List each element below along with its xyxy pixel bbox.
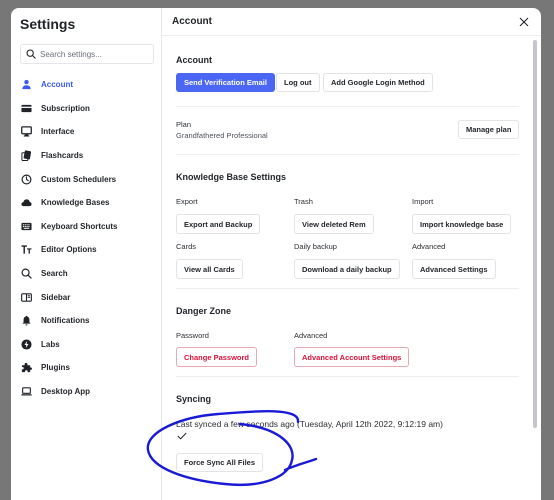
advanced-label: Advanced	[412, 242, 446, 251]
sidebar-item-notifications[interactable]: Notifications	[11, 309, 161, 333]
sidebar-item-keyboard-shortcuts[interactable]: Keyboard Shortcuts	[11, 215, 161, 239]
check-icon	[177, 432, 187, 440]
scrollbar[interactable]	[533, 40, 537, 428]
keyboard-icon	[20, 220, 32, 232]
close-icon[interactable]	[518, 16, 530, 28]
flashcards-icon	[20, 150, 32, 162]
sidebar-item-label: Knowledge Bases	[41, 198, 110, 208]
daily-backup-label: Daily backup	[294, 242, 337, 251]
download-daily-backup-button[interactable]: Download a daily backup	[294, 259, 400, 279]
view-deleted-rem-button[interactable]: View deleted Rem	[294, 214, 374, 234]
change-password-button[interactable]: Change Password	[176, 347, 258, 367]
sidebar-item-label: Interface	[41, 127, 75, 137]
sidebar-item-flashcards[interactable]: Flashcards	[11, 144, 161, 168]
sidebar-title: Settings	[20, 16, 76, 32]
main-header: Account	[162, 8, 541, 36]
advanced-settings-button[interactable]: Advanced Settings	[412, 259, 496, 279]
search-icon	[26, 49, 36, 59]
sidebar-item-editor-options[interactable]: Editor Options	[11, 238, 161, 262]
syncing-title: Syncing	[176, 394, 212, 404]
sidebar-icon	[20, 291, 32, 303]
sidebar-item-label: Plugins	[41, 363, 70, 373]
sidebar-item-label: Custom Schedulers	[41, 174, 117, 184]
trash-label: Trash	[294, 197, 313, 206]
page-title: Account	[172, 16, 212, 27]
sidebar-item-sidebar[interactable]: Sidebar	[11, 285, 161, 309]
log-out-button[interactable]: Log out	[276, 73, 320, 92]
sidebar-item-label: Keyboard Shortcuts	[41, 221, 118, 231]
search-settings-input[interactable]	[40, 49, 150, 59]
sidebar-item-interface[interactable]: Interface	[11, 120, 161, 144]
advanced-account-settings-button[interactable]: Advanced Account Settings	[294, 347, 410, 367]
danger-advanced-label: Advanced	[294, 331, 328, 340]
divider	[176, 376, 519, 377]
settings-main-panel: Account Account Send Verification Email …	[162, 8, 541, 500]
sidebar-item-label: Search	[41, 269, 68, 279]
sidebar-item-search[interactable]: Search	[11, 262, 161, 286]
divider	[176, 106, 519, 107]
sidebar-item-label: Account	[41, 80, 73, 90]
export-label: Export	[176, 197, 198, 206]
account-section-title: Account	[176, 55, 212, 65]
send-verification-email-button[interactable]: Send Verification Email	[176, 73, 275, 92]
credit-card-icon	[20, 102, 32, 114]
search-settings-box[interactable]	[20, 44, 154, 64]
sidebar-item-label: Sidebar	[41, 292, 71, 302]
import-label: Import	[412, 197, 434, 206]
sidebar-item-desktop-app[interactable]: Desktop App	[11, 380, 161, 404]
sidebar-item-subscription[interactable]: Subscription	[11, 97, 161, 121]
sidebar-item-custom-schedulers[interactable]: Custom Schedulers	[11, 167, 161, 191]
puzzle-icon	[20, 362, 32, 374]
sidebar-item-label: Desktop App	[41, 387, 91, 397]
plan-label: Plan	[176, 120, 192, 129]
lightning-icon	[20, 338, 32, 350]
last-synced-status: Last synced a few seconds ago (Tuesday, …	[176, 419, 443, 429]
view-all-cards-button[interactable]: View all Cards	[176, 259, 243, 279]
settings-nav: Account Subscription Interface Flashcard…	[11, 73, 161, 403]
clock-icon	[20, 173, 32, 185]
plan-value: Grandfathered Professional	[176, 131, 268, 140]
sidebar-item-account[interactable]: Account	[11, 73, 161, 97]
cards-label: Cards	[176, 242, 197, 251]
sidebar-item-label: Labs	[41, 339, 60, 349]
divider	[176, 154, 519, 155]
cloud-icon	[20, 197, 32, 209]
bell-icon	[20, 315, 32, 327]
sidebar-item-label: Notifications	[41, 316, 90, 326]
kb-settings-title: Knowledge Base Settings	[176, 172, 287, 182]
import-knowledge-base-button[interactable]: Import knowledge base	[412, 214, 512, 234]
add-google-login-button[interactable]: Add Google Login Method	[323, 73, 433, 92]
laptop-icon	[20, 386, 32, 398]
export-backup-button[interactable]: Export and Backup	[176, 214, 261, 234]
password-label: Password	[176, 331, 209, 340]
search-icon	[20, 268, 32, 280]
sidebar-item-label: Subscription	[41, 103, 90, 113]
text-size-icon	[20, 244, 32, 256]
settings-sidebar: Settings Account Subscription Interface …	[11, 8, 162, 500]
sidebar-item-label: Flashcards	[41, 151, 84, 161]
user-icon	[20, 79, 32, 91]
sidebar-item-label: Editor Options	[41, 245, 97, 255]
sidebar-item-plugins[interactable]: Plugins	[11, 356, 161, 380]
settings-window: Settings Account Subscription Interface …	[11, 8, 541, 500]
sidebar-item-labs[interactable]: Labs	[11, 333, 161, 357]
danger-zone-title: Danger Zone	[176, 306, 232, 316]
force-sync-all-files-button[interactable]: Force Sync All Files	[176, 453, 263, 472]
monitor-icon	[20, 126, 32, 138]
sidebar-item-knowledge-bases[interactable]: Knowledge Bases	[11, 191, 161, 215]
manage-plan-button[interactable]: Manage plan	[458, 120, 520, 139]
divider	[176, 288, 519, 289]
